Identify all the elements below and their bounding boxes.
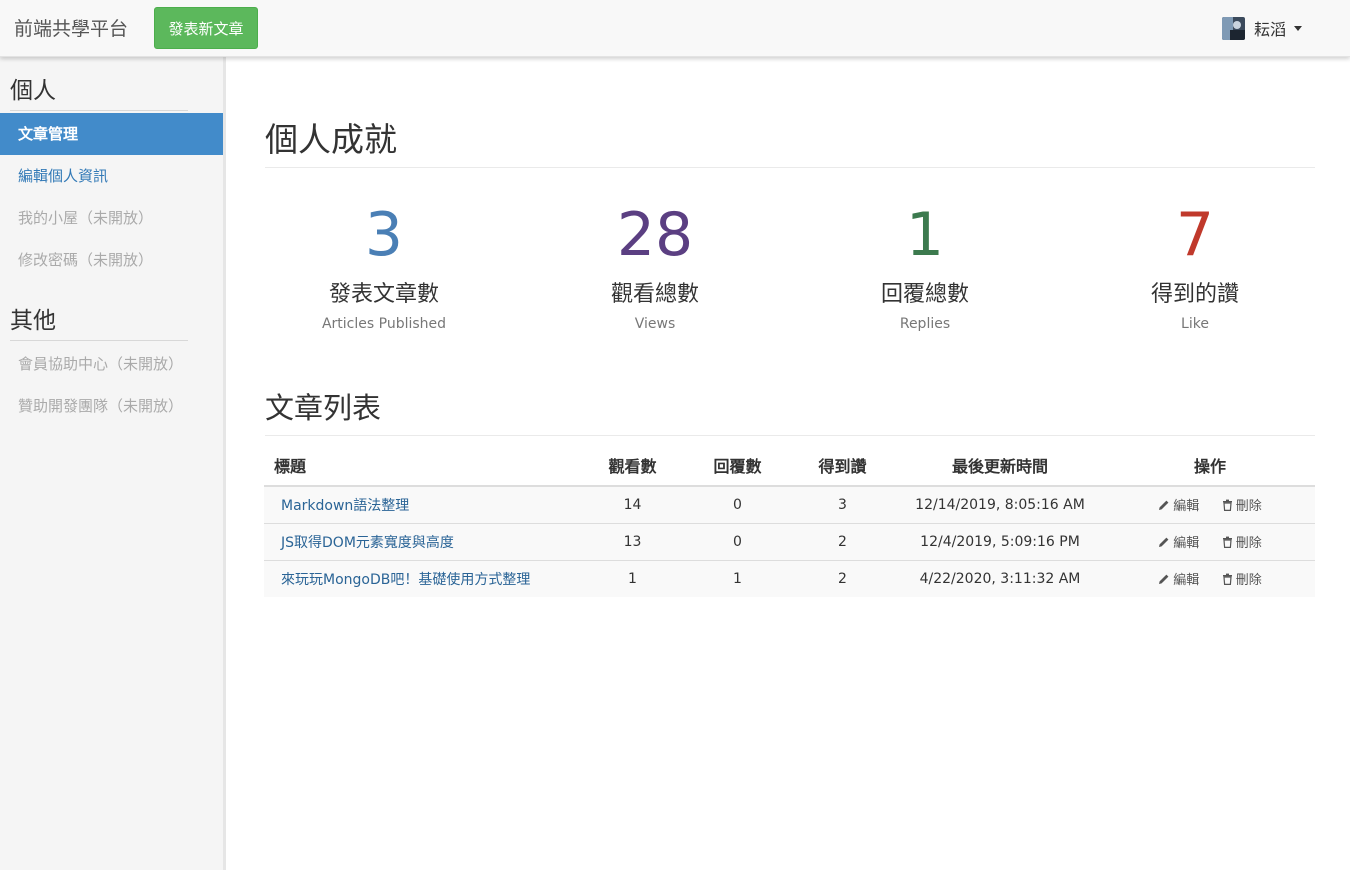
- trash-icon: [1222, 573, 1232, 585]
- stat-likes: 7 得到的讚 Like: [1075, 200, 1315, 334]
- edit-label: 編輯: [1173, 536, 1200, 552]
- articles-table: 標題 觀看數 回覆數 得到讚 最後更新時間 操作 Markdown語法整理 14…: [264, 445, 1315, 597]
- article-title-link[interactable]: Markdown語法整理: [264, 485, 580, 524]
- article-likes: 2: [790, 523, 895, 561]
- trash-icon: [1222, 536, 1232, 548]
- stat-sublabel: Replies: [899, 316, 951, 332]
- stat-value: 1: [905, 200, 945, 270]
- delete-button[interactable]: 刪除: [1222, 495, 1262, 514]
- user-menu[interactable]: 耘滔: [1222, 16, 1303, 40]
- column-header-replies: 回覆數: [685, 445, 790, 487]
- stat-replies: 1 回覆總數 Replies: [805, 200, 1045, 334]
- stat-sublabel: Views: [634, 316, 676, 332]
- column-header-title: 標題: [264, 445, 580, 487]
- article-title-link[interactable]: JS取得DOM元素寬度與高度: [264, 523, 580, 561]
- sidebar-item-article-management[interactable]: 文章管理: [0, 113, 223, 155]
- table-header-row: 標題 觀看數 回覆數 得到讚 最後更新時間 操作: [264, 445, 1315, 487]
- column-header-updated: 最後更新時間: [895, 445, 1105, 487]
- articles-title: 文章列表: [265, 388, 1315, 436]
- article-replies: 0: [685, 523, 790, 561]
- sidebar-item-sponsor[interactable]: 贊助開發團隊（未開放）: [0, 385, 223, 427]
- achievements-title: 個人成就: [265, 120, 1315, 168]
- edit-button[interactable]: 編輯: [1158, 569, 1199, 588]
- sidebar-item-change-password[interactable]: 修改密碼（未開放）: [0, 239, 223, 281]
- stat-views: 28 觀看總數 Views: [535, 200, 775, 334]
- article-actions: 編輯 刪除: [1105, 560, 1315, 597]
- column-header-likes: 得到讚: [790, 445, 895, 487]
- article-updated: 4/22/2020, 3:11:32 AM: [895, 560, 1105, 597]
- table-row: 來玩玩MongoDB吧！基礎使用方式整理 1 1 2 4/22/2020, 3:…: [264, 560, 1315, 597]
- sidebar-item-my-house[interactable]: 我的小屋（未開放）: [0, 197, 223, 239]
- stat-value: 7: [1175, 200, 1215, 270]
- article-likes: 2: [790, 560, 895, 597]
- new-post-button[interactable]: 發表新文章: [154, 7, 258, 49]
- stat-value: 3: [364, 200, 404, 270]
- column-header-views: 觀看數: [580, 445, 685, 487]
- edit-button[interactable]: 編輯: [1158, 495, 1199, 514]
- article-views: 14: [580, 485, 685, 524]
- edit-label: 編輯: [1173, 573, 1200, 589]
- article-views: 1: [580, 560, 685, 597]
- article-replies: 1: [685, 560, 790, 597]
- sidebar-item-help-center[interactable]: 會員協助中心（未開放）: [0, 343, 223, 385]
- avatar: [1222, 16, 1245, 40]
- brand-logo[interactable]: 前端共學平台: [14, 17, 128, 41]
- delete-button[interactable]: 刪除: [1222, 532, 1262, 551]
- article-actions: 編輯 刪除: [1105, 523, 1315, 561]
- trash-icon: [1222, 499, 1232, 511]
- article-updated: 12/4/2019, 5:09:16 PM: [895, 523, 1105, 561]
- article-replies: 0: [685, 485, 790, 524]
- column-header-actions: 操作: [1105, 445, 1315, 487]
- stat-sublabel: Articles Published: [321, 316, 447, 332]
- edit-button[interactable]: 編輯: [1158, 532, 1199, 551]
- pencil-icon: [1159, 574, 1169, 584]
- delete-label: 刪除: [1235, 536, 1262, 552]
- delete-label: 刪除: [1235, 499, 1262, 515]
- chevron-down-icon: [1294, 25, 1303, 31]
- sidebar-item-edit-profile[interactable]: 編輯個人資訊: [0, 155, 223, 197]
- sidebar: 個人 文章管理 編輯個人資訊 我的小屋（未開放） 修改密碼（未開放） 其他 會員…: [0, 56, 226, 870]
- sidebar-heading-other: 其他: [10, 306, 188, 341]
- article-likes: 3: [790, 485, 895, 524]
- article-updated: 12/14/2019, 8:05:16 AM: [895, 485, 1105, 524]
- edit-label: 編輯: [1173, 499, 1200, 515]
- table-row: JS取得DOM元素寬度與高度 13 0 2 12/4/2019, 5:09:16…: [264, 523, 1315, 561]
- stat-label: 得到的讚: [1150, 282, 1239, 307]
- stat-sublabel: Like: [1181, 316, 1209, 332]
- user-name: 耘滔: [1254, 20, 1287, 39]
- stat-value: 28: [616, 200, 694, 270]
- article-actions: 編輯 刪除: [1105, 485, 1315, 524]
- stat-label: 觀看總數: [610, 282, 699, 307]
- stat-label: 回覆總數: [880, 282, 969, 307]
- table-row: Markdown語法整理 14 0 3 12/14/2019, 8:05:16 …: [264, 485, 1315, 524]
- pencil-icon: [1159, 537, 1169, 547]
- top-navbar: 前端共學平台 發表新文章 耘滔: [0, 0, 1350, 57]
- delete-button[interactable]: 刪除: [1222, 569, 1262, 588]
- stat-articles: 3 發表文章數 Articles Published: [264, 200, 504, 334]
- article-views: 13: [580, 523, 685, 561]
- pencil-icon: [1159, 500, 1169, 510]
- delete-label: 刪除: [1235, 573, 1262, 589]
- stat-label: 發表文章數: [328, 282, 439, 307]
- article-title-link[interactable]: 來玩玩MongoDB吧！基礎使用方式整理: [264, 560, 580, 597]
- sidebar-heading-personal: 個人: [10, 76, 188, 111]
